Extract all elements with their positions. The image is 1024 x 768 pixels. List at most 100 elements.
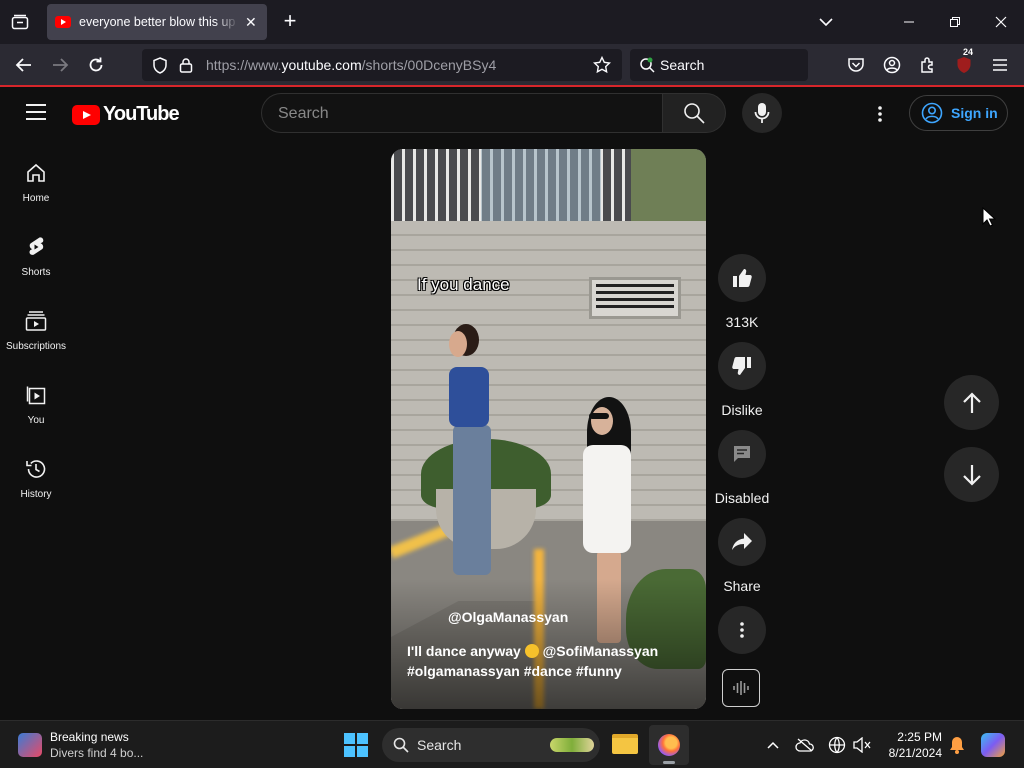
description-text: I'll dance anyway [407,643,521,659]
notification-bell-icon[interactable] [947,735,967,755]
previous-short-button[interactable] [944,375,999,430]
comments-button[interactable]: Disabled [715,430,769,506]
youtube-search-button[interactable] [662,93,726,133]
bookmark-star-icon[interactable] [592,55,612,79]
share-arrow-icon[interactable] [718,518,766,566]
video-background-fence [391,149,706,221]
network-globe-icon[interactable] [827,735,847,755]
address-bar[interactable]: https://www.youtube.com/shorts/00DcenyBS… [142,49,622,81]
browser-tab-bar: everyone better blow this up and make it… [0,0,1024,44]
menu-icon[interactable] [987,53,1013,77]
video-person-right [583,445,631,553]
ublock-extension-icon[interactable]: 24 [951,47,977,77]
url-domain: youtube.com [281,57,362,73]
history-icon [0,457,72,481]
youtube-logo[interactable]: YouTube [72,103,180,126]
emoji-face-icon [524,644,539,658]
taskbar-search-box[interactable]: Search [382,728,600,762]
windows-taskbar: Breaking news Divers find 4 bo... Search… [0,720,1024,768]
next-short-button[interactable] [944,447,999,502]
sidebar-item-home[interactable]: Home [0,141,72,215]
pocket-icon[interactable] [843,53,869,77]
reload-icon[interactable] [83,53,109,77]
minimize-window-icon[interactable] [895,10,923,34]
url-text[interactable]: https://www.youtube.com/shorts/00DcenyBS… [206,57,496,73]
more-actions-button[interactable] [716,606,768,654]
description-mention-link[interactable]: @SofiManassyan [543,643,659,659]
youtube-search-placeholder: Search [278,105,329,122]
forward-arrow-icon[interactable] [47,53,73,77]
sidebar-item-label: Shorts [21,267,51,278]
arrow-down-icon [962,464,981,486]
tab-list-icon[interactable] [6,10,34,34]
tracking-shield-icon[interactable] [152,57,168,79]
comments-label: Disabled [714,490,770,506]
channel-name-link[interactable]: @OlgaManassyan [448,609,568,625]
browser-tab-active[interactable]: everyone better blow this up and make it… [47,4,267,40]
firefox-taskbar-button[interactable] [649,725,689,765]
clock-date: 8/21/2024 [888,746,942,760]
volume-muted-icon[interactable] [852,735,872,755]
more-vert-icon[interactable] [718,606,766,654]
audio-waveform-icon [733,681,749,695]
guide-menu-icon[interactable] [26,104,46,120]
file-explorer-icon[interactable] [612,734,638,754]
firefox-icon [658,734,680,756]
search-highlight-image [550,738,594,752]
taskbar-search-placeholder: Search [417,737,462,753]
sidebar-item-shorts[interactable]: Shorts [0,215,72,289]
video-person-right [591,407,613,435]
comment-icon[interactable] [718,430,766,478]
system-clock[interactable]: 2:25 PM 8/21/2024 [880,729,942,761]
account-icon[interactable] [879,53,905,77]
sidebar-item-you[interactable]: You [0,363,72,437]
new-tab-button[interactable]: + [278,10,302,34]
sidebar-item-subscriptions[interactable]: Subscriptions [0,289,72,363]
video-overlay-caption: If you dance [417,275,510,294]
windows-start-icon[interactable] [344,733,368,757]
extensions-puzzle-icon[interactable] [915,53,941,77]
url-path: /shorts/00DcenyBSy4 [361,57,497,73]
search-icon [684,103,705,124]
tab-overflow-chevron-icon[interactable] [812,10,840,34]
youtube-favicon-icon [55,16,71,28]
share-button[interactable]: Share [716,518,768,594]
news-widget-icon[interactable] [18,733,42,757]
subscriptions-icon [0,309,72,333]
back-arrow-icon[interactable] [11,53,37,77]
tab-close-icon[interactable]: ✕ [245,14,257,31]
user-circle-icon [921,102,943,124]
browser-search-placeholder: Search [660,57,705,73]
tab-title: everyone better blow this up and make it… [79,15,239,29]
dislike-label: Dislike [721,402,763,418]
sound-waveform-button[interactable] [722,669,760,707]
sidebar-item-history[interactable]: History [0,437,72,511]
tray-chevron-up-icon[interactable] [763,735,783,755]
mouse-pointer-icon [982,206,997,232]
video-description: I'll dance anyway @SofiManassyan #olgama… [407,641,697,681]
youtube-play-logo-icon [72,104,100,125]
youtube-search-input[interactable]: Search [261,93,663,133]
voice-search-button[interactable] [742,93,782,133]
restore-window-icon[interactable] [941,10,969,34]
copilot-icon[interactable] [981,733,1005,757]
you-icon [0,383,72,407]
dislike-button[interactable]: Dislike [716,342,768,418]
close-window-icon[interactable] [987,10,1015,34]
browser-search-bar[interactable]: Search [630,49,808,81]
extension-badge-count: 24 [961,47,976,57]
search-engine-icon [639,57,655,78]
shorts-video-player[interactable]: If you dance @OlgaManassyan I'll dance a… [391,149,706,709]
lock-icon[interactable] [179,57,193,78]
sign-in-button[interactable]: Sign in [909,95,1008,131]
youtube-logo-text: YouTube [103,103,180,125]
dislike-thumb-down-icon[interactable] [718,342,766,390]
like-button[interactable]: 313K [716,254,768,330]
onedrive-cloud-icon[interactable] [795,735,815,755]
news-widget-title[interactable]: Breaking news [50,730,129,744]
settings-more-vert-icon[interactable] [866,100,894,128]
like-thumb-up-icon[interactable] [718,254,766,302]
description-hashtags[interactable]: #olgamanassyan #dance #funny [407,663,622,679]
news-widget-subtitle[interactable]: Divers find 4 bo... [50,746,143,760]
sidebar-item-label: History [20,489,52,500]
